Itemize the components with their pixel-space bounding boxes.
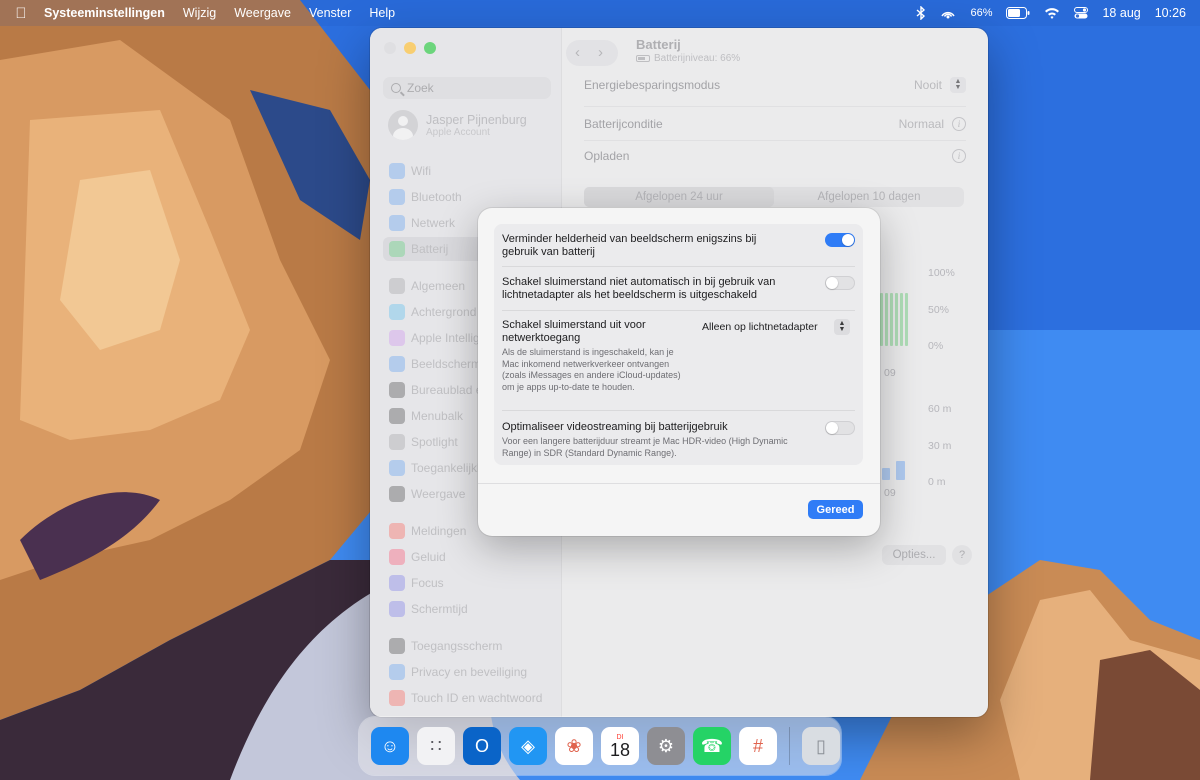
slack-icon[interactable]: # [739, 727, 777, 765]
option-optimize-streaming: Optimaliseer videostreaming bij batterij… [502, 421, 855, 459]
photos-icon[interactable]: ❀ [555, 727, 593, 765]
calendar-date: 18 [609, 739, 631, 760]
outlook-icon[interactable]: O [463, 727, 501, 765]
bluetooth-status-icon[interactable] [916, 6, 926, 20]
menu-venster[interactable]: Venster [309, 6, 351, 20]
trash-icon[interactable]: ▯ [802, 727, 840, 765]
toggle-prevent-sleep[interactable] [825, 276, 855, 290]
menubar-date[interactable]: 18 aug [1102, 6, 1140, 20]
popup-value: Alleen op lichtnetadapter [702, 321, 818, 333]
control-center-icon[interactable] [1074, 7, 1089, 19]
battery-options-sheet: Verminder helderheid van beeldscherm eni… [478, 208, 880, 536]
toggle-dim-display[interactable] [825, 233, 855, 247]
menu-app-name[interactable]: Systeeminstellingen [44, 6, 165, 20]
battery-status-icon[interactable] [1006, 7, 1030, 19]
dock-separator [789, 727, 790, 765]
finder-icon[interactable]: ☺ [371, 727, 409, 765]
menu-status-area: 66% 18 aug 10:26 [916, 6, 1186, 20]
option-description: Voor een langere batterijduur streamt je… [502, 436, 788, 458]
option-prevent-sleep: Schakel sluimerstand niet automatisch in… [502, 276, 855, 302]
launchpad-icon[interactable]: ∷ [417, 727, 455, 765]
option-title: Schakel sluimerstand uit voor netwerktoe… [502, 319, 646, 344]
option-description: Als de sluimerstand is ingeschakeld, kan… [502, 347, 681, 392]
menu-wijzig[interactable]: Wijzig [183, 6, 216, 20]
whatsapp-icon[interactable]: ☎ [693, 727, 731, 765]
menu-help[interactable]: Help [369, 6, 395, 20]
apple-menu-icon[interactable]:  [14, 5, 28, 22]
options-panel: Verminder helderheid van beeldscherm eni… [494, 224, 863, 465]
wake-network-popup[interactable]: Alleen op lichtnetadapter ▲ ▼ [702, 319, 850, 335]
menubar-time[interactable]: 10:26 [1155, 6, 1186, 20]
option-title: Optimaliseer videostreaming bij batterij… [502, 421, 728, 433]
done-button[interactable]: Gereed [808, 500, 863, 519]
menu-weergave[interactable]: Weergave [234, 6, 291, 20]
popup-stepper-icon: ▲ ▼ [834, 319, 850, 335]
menu-bar:  Systeeminstellingen Wijzig Weergave Ve… [0, 0, 1200, 26]
option-title: Verminder helderheid van beeldscherm eni… [502, 233, 757, 258]
dock: ☺ ∷ O ◈ ❀ DI 18 ⚙ ☎ # ▯ [359, 717, 841, 775]
system-settings-icon[interactable]: ⚙ [647, 727, 685, 765]
divider [502, 310, 855, 311]
option-title: Schakel sluimerstand niet automatisch in… [502, 276, 776, 301]
calendar-icon[interactable]: DI 18 [601, 727, 639, 765]
toggle-optimize-streaming[interactable] [825, 421, 855, 435]
battery-percent[interactable]: 66% [970, 7, 992, 19]
airdrop-status-icon[interactable] [940, 6, 956, 20]
divider [478, 483, 880, 484]
divider [502, 410, 855, 411]
safari-icon[interactable]: ◈ [509, 727, 547, 765]
divider [502, 266, 855, 267]
option-dim-display: Verminder helderheid van beeldscherm eni… [502, 233, 855, 259]
wifi-status-icon[interactable] [1044, 7, 1060, 19]
